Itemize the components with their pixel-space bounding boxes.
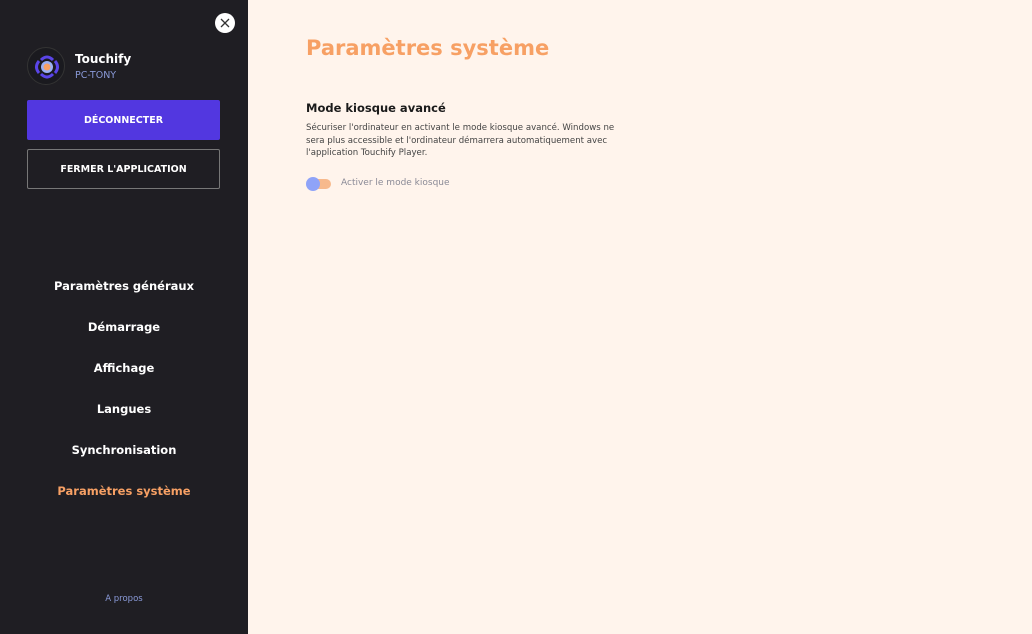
app-name: Touchify xyxy=(75,52,132,66)
disconnect-button[interactable]: DÉCONNECTER xyxy=(27,100,220,140)
pc-name: PC-TONY xyxy=(75,70,117,81)
section-description: Sécuriser l'ordinateur en activant le mo… xyxy=(306,123,615,158)
nav-item-display[interactable]: Affichage xyxy=(0,361,248,375)
close-icon xyxy=(220,18,230,28)
sidebar: Touchify PC-TONY DÉCONNECTER FERMER L'AP… xyxy=(0,0,248,634)
about-link[interactable]: A propos xyxy=(0,594,248,604)
kiosk-mode-toggle-label[interactable]: Activer le mode kiosque xyxy=(341,178,450,188)
section-title: Mode kiosque avancé xyxy=(306,101,446,115)
page-title: Paramètres système xyxy=(306,36,550,60)
nav-item-languages[interactable]: Langues xyxy=(0,402,248,416)
nav-item-sync[interactable]: Synchronisation xyxy=(0,443,248,457)
nav-item-general-settings[interactable]: Paramètres généraux xyxy=(0,279,248,293)
app-logo xyxy=(27,47,65,85)
nav-item-system-settings[interactable]: Paramètres système xyxy=(0,484,248,498)
kiosk-mode-toggle[interactable] xyxy=(306,177,331,191)
nav-item-startup[interactable]: Démarrage xyxy=(0,320,248,334)
close-application-button[interactable]: FERMER L'APPLICATION xyxy=(27,149,220,189)
close-button[interactable] xyxy=(215,13,235,33)
